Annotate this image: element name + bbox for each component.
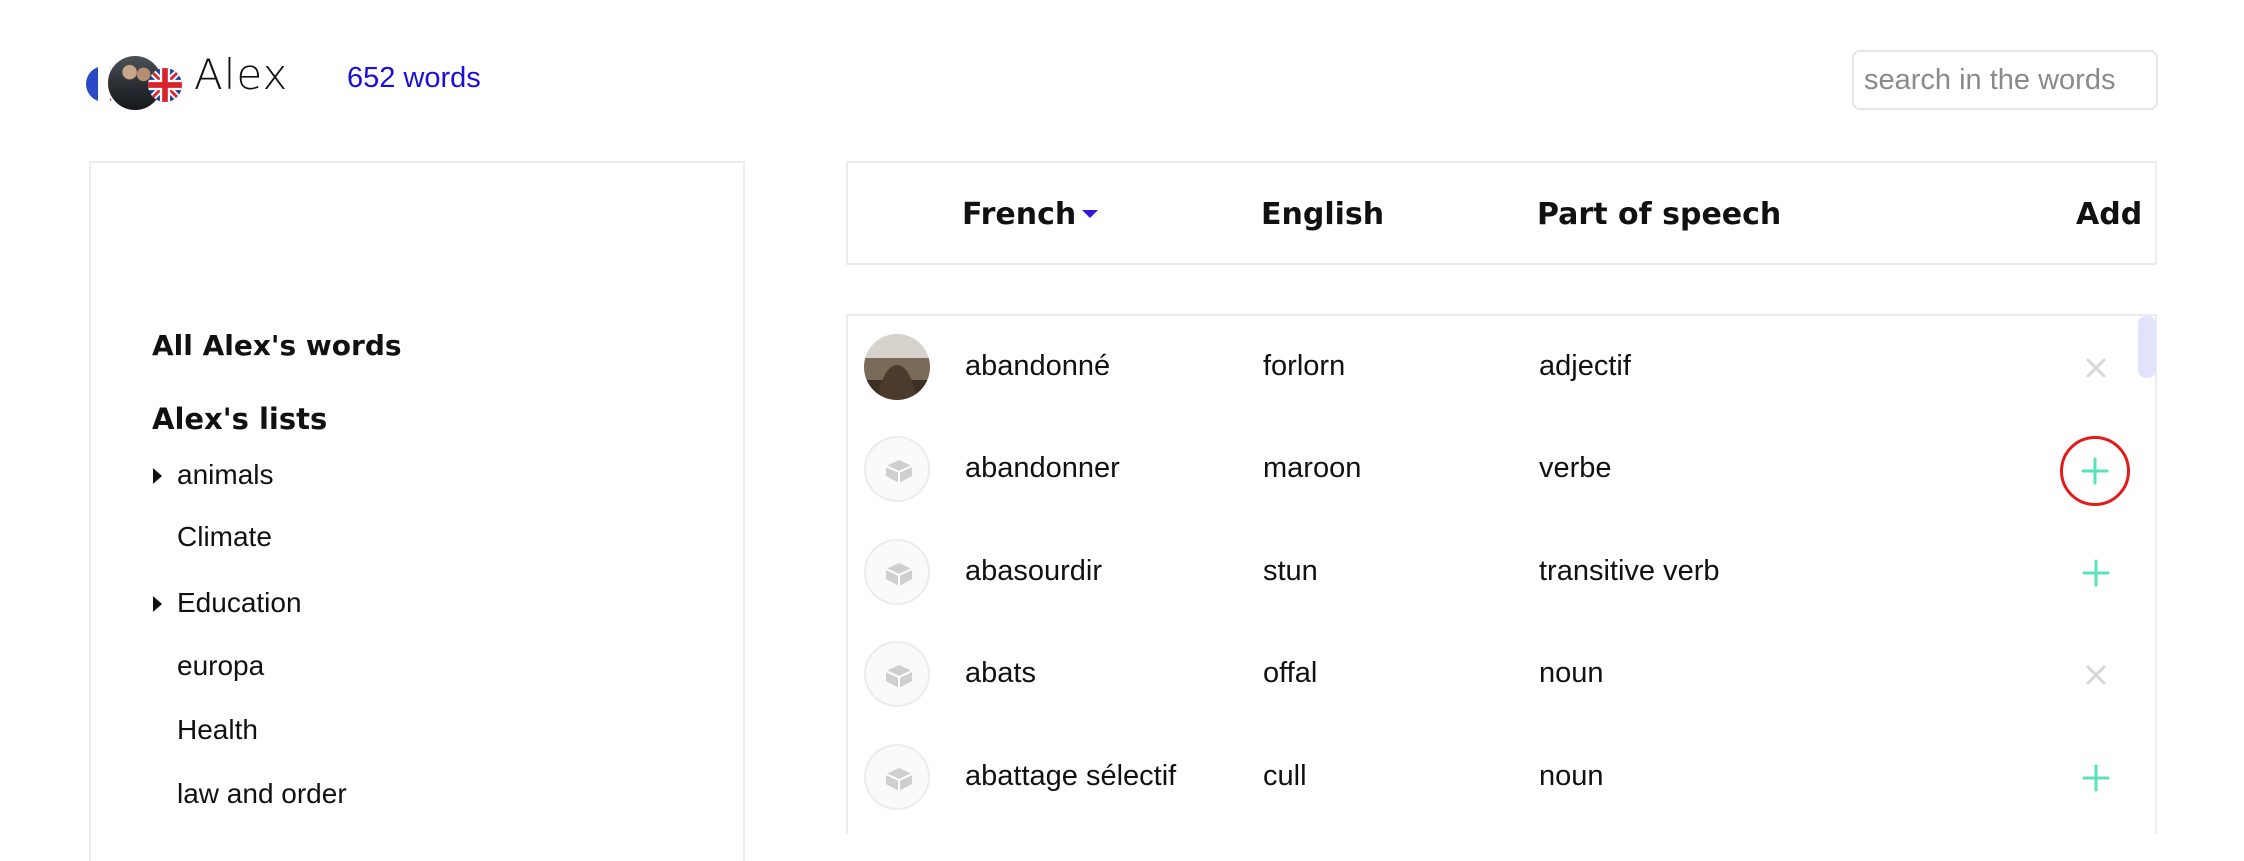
column-header-part-of-speech[interactable]: Part of speech	[1537, 197, 1781, 232]
uk-flag-icon	[148, 68, 182, 102]
list-item-health[interactable]: Health	[177, 714, 258, 746]
column-header-french[interactable]: French	[962, 197, 1099, 232]
remove-word-button[interactable]	[2070, 342, 2122, 394]
part-of-speech: noun	[1539, 657, 1604, 689]
plus-icon	[2082, 764, 2110, 792]
search-words-input[interactable]	[1852, 50, 2158, 110]
part-of-speech: verbe	[1539, 452, 1612, 484]
list-item-education[interactable]: Education	[153, 587, 302, 619]
french-word: abattage sélectif	[965, 760, 1177, 792]
table-row: abandonner maroon verbe	[848, 418, 2138, 520]
add-word-button[interactable]	[2060, 436, 2130, 506]
table-row: abasourdir stun transitive verb	[848, 521, 2138, 623]
list-item-europa[interactable]: europa	[177, 650, 264, 682]
placeholder-image-icon	[864, 641, 930, 707]
list-item-label: Health	[177, 714, 258, 745]
word-image	[864, 334, 930, 400]
all-words-link[interactable]: All Alex's words	[152, 329, 402, 362]
expand-caret-icon[interactable]	[153, 596, 162, 612]
column-header-add: Add	[2076, 197, 2143, 232]
table-row: abattage sélectif cull noun	[848, 726, 2138, 828]
table-row: abandonné forlorn adjectif	[848, 316, 2138, 418]
column-header-english[interactable]: English	[1261, 197, 1384, 232]
english-word: offal	[1263, 657, 1318, 689]
lists-sidebar: All Alex's words Alex's lists animals Cl…	[89, 161, 745, 861]
top-bar: Alex 652 words	[0, 0, 2244, 150]
placeholder-image-icon	[864, 436, 930, 502]
french-word: abandonner	[965, 452, 1120, 484]
list-item-climate[interactable]: Climate	[177, 521, 272, 553]
table-row: abats offal noun	[848, 623, 2138, 725]
plus-icon	[2081, 457, 2109, 485]
list-item-label: animals	[177, 459, 274, 490]
remove-word-button[interactable]	[2070, 649, 2122, 701]
plus-icon	[2082, 559, 2110, 587]
add-word-button[interactable]	[2070, 752, 2122, 804]
close-icon	[2086, 665, 2106, 685]
list-item-label: law and order	[177, 778, 347, 809]
list-item-label: europa	[177, 650, 265, 681]
placeholder-image-icon	[864, 539, 930, 605]
expand-caret-icon[interactable]	[153, 468, 162, 484]
user-name: Alex	[194, 50, 289, 99]
english-word: cull	[1263, 760, 1307, 792]
list-item-label: Education	[177, 587, 302, 618]
list-item-animals[interactable]: animals	[153, 459, 274, 491]
word-table: abandonné forlorn adjectif abandonner ma…	[846, 314, 2157, 834]
placeholder-image-icon	[864, 744, 930, 810]
part-of-speech: noun	[1539, 760, 1604, 792]
close-icon	[2086, 358, 2106, 378]
add-word-button[interactable]	[2070, 547, 2122, 599]
word-count-link[interactable]: 652 words	[347, 62, 481, 95]
french-word: abasourdir	[965, 555, 1103, 587]
french-word: abandonné	[965, 350, 1111, 382]
table-header: French English Part of speech Add	[846, 161, 2157, 265]
scrollbar-thumb[interactable]	[2138, 316, 2156, 378]
english-word: forlorn	[1263, 350, 1346, 382]
english-word: stun	[1263, 555, 1318, 587]
column-header-label: French	[962, 197, 1077, 232]
english-word: maroon	[1263, 452, 1362, 484]
french-word: abats	[965, 657, 1036, 689]
part-of-speech: transitive verb	[1539, 555, 1720, 587]
lists-heading: Alex's lists	[152, 402, 328, 436]
sort-down-icon[interactable]	[1082, 209, 1099, 218]
part-of-speech: adjectif	[1539, 350, 1631, 382]
list-item-label: Climate	[177, 521, 272, 552]
list-item-law-and-order[interactable]: law and order	[177, 778, 347, 810]
